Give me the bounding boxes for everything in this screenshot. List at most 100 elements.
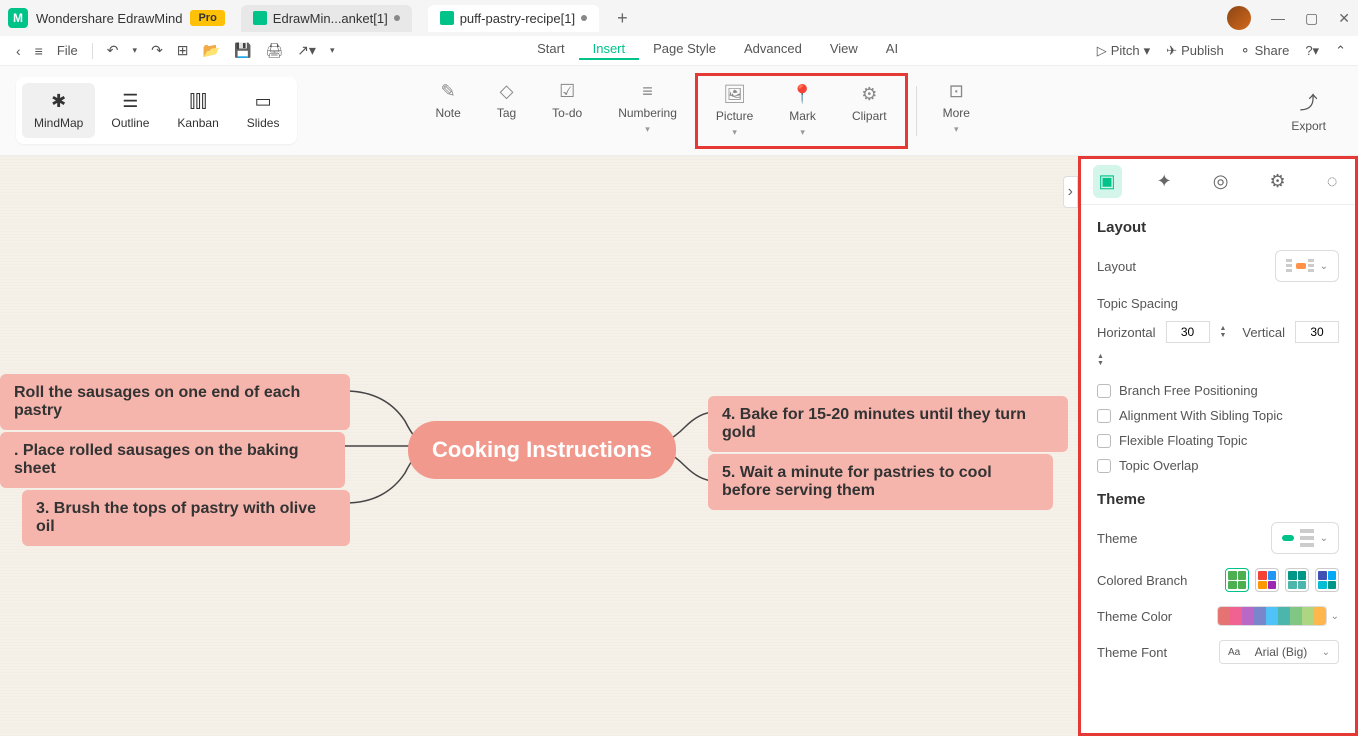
topic-node[interactable]: Roll the sausages on one end of each pas… (0, 374, 350, 430)
tool-mark[interactable]: 📍Mark▾ (771, 76, 834, 146)
spinner-icon[interactable]: ▲▼ (1097, 353, 1104, 367)
redo-button[interactable]: ↷ (147, 40, 167, 61)
theme-label: Theme (1097, 531, 1137, 546)
horizontal-label: Horizontal (1097, 325, 1156, 340)
topic-node[interactable]: . Place rolled sausages on the baking sh… (0, 432, 345, 488)
publish-button[interactable]: ✈ Publish (1166, 43, 1224, 59)
back-button[interactable]: ‹ (12, 41, 25, 61)
add-tab-button[interactable]: + (617, 8, 628, 29)
tool-numbering[interactable]: ≡Numbering▾ (600, 73, 695, 149)
vertical-spacing-input[interactable] (1295, 321, 1339, 343)
layout-selector[interactable]: ⌄ (1275, 250, 1339, 282)
help-button[interactable]: ?▾ (1305, 43, 1319, 59)
vertical-label: Vertical (1242, 325, 1285, 340)
menu-page-style[interactable]: Page Style (639, 41, 730, 60)
layout-preview-icon (1286, 257, 1314, 275)
panel-tab-mark[interactable]: ◎ (1207, 165, 1235, 198)
undo-dropdown[interactable]: ▾ (129, 43, 142, 58)
view-slides[interactable]: ▭Slides (235, 83, 292, 138)
pro-badge: Pro (190, 10, 224, 26)
view-mindmap[interactable]: ✱MindMap (22, 83, 95, 138)
file-menu[interactable]: File (53, 41, 82, 60)
panel-tab-style[interactable]: ✦ (1151, 165, 1178, 198)
pitch-button[interactable]: ▷ Pitch▾ (1097, 43, 1150, 59)
topic-node[interactable]: 4. Bake for 15-20 minutes until they tur… (708, 396, 1068, 452)
close-button[interactable]: ✕ (1338, 10, 1350, 27)
side-panel: ▣ ✦ ◎ ⚙ ◌ Layout Layout ⌄ Topic Spacing … (1078, 156, 1358, 736)
share-button[interactable]: ⚬ Share (1240, 43, 1290, 59)
tool-picture[interactable]: 🖼Picture▾ (698, 76, 771, 146)
print-icon[interactable]: 🖨 (261, 40, 287, 61)
menu-view[interactable]: View (816, 41, 872, 60)
branch-option-4[interactable] (1315, 568, 1339, 592)
more-dropdown[interactable]: ▾ (326, 43, 339, 58)
modified-dot-icon (581, 15, 587, 21)
checkbox-branch-free[interactable] (1097, 384, 1111, 398)
branch-option-1[interactable] (1225, 568, 1249, 592)
theme-font-selector[interactable]: AaArial (Big)⌄ (1219, 640, 1339, 664)
topic-node[interactable]: 5. Wait a minute for pastries to cool be… (708, 454, 1053, 510)
tool-note[interactable]: ✎Note (417, 73, 478, 149)
modified-dot-icon (394, 15, 400, 21)
user-avatar[interactable] (1227, 6, 1251, 30)
canvas[interactable]: › Roll the sausages on one end of each p… (0, 156, 1078, 736)
tab-label: EdrawMin...anket[1] (273, 11, 388, 26)
outline-icon: ☰ (122, 91, 138, 112)
panel-tabs: ▣ ✦ ◎ ⚙ ◌ (1081, 159, 1355, 205)
document-tab[interactable]: EdrawMin...anket[1] (241, 5, 412, 32)
menu-advanced[interactable]: Advanced (730, 41, 816, 60)
horizontal-spacing-input[interactable] (1166, 321, 1210, 343)
menu-start[interactable]: Start (523, 41, 578, 60)
doc-icon (253, 11, 267, 25)
checkbox-flexible[interactable] (1097, 434, 1111, 448)
tool-tag[interactable]: ◇Tag (479, 73, 534, 149)
export-dropdown-icon[interactable]: ↗▾ (293, 40, 320, 61)
new-icon[interactable]: ⊞ (173, 40, 193, 61)
view-kanban[interactable]: ⫿⫿⫿Kanban (165, 83, 230, 138)
doc-icon (440, 11, 454, 25)
export-button[interactable]: ⤴Export (1275, 81, 1342, 141)
spinner-icon[interactable]: ▲▼ (1220, 325, 1227, 339)
panel-tab-icon[interactable]: ⚙ (1264, 165, 1292, 198)
checkbox-alignment[interactable] (1097, 409, 1111, 423)
hamburger-icon[interactable]: ≡ (31, 41, 47, 61)
checkbox-overlap[interactable] (1097, 459, 1111, 473)
undo-button[interactable]: ↶ (103, 40, 123, 61)
menu-insert[interactable]: Insert (579, 41, 640, 60)
collapse-ribbon[interactable]: ⌃ (1335, 43, 1346, 59)
chevron-down-icon: ▾ (732, 127, 737, 138)
numbering-icon: ≡ (642, 81, 653, 102)
export-icon: ⤴ (1300, 89, 1318, 115)
minimize-button[interactable]: — (1271, 10, 1285, 26)
tool-more[interactable]: ⊡More▾ (925, 73, 988, 149)
branch-option-2[interactable] (1255, 568, 1279, 592)
clipart-icon: ⚙ (861, 84, 877, 105)
note-icon: ✎ (441, 81, 456, 102)
maximize-button[interactable]: ▢ (1305, 10, 1318, 27)
tool-todo[interactable]: ☑To-do (534, 73, 600, 149)
tool-clipart[interactable]: ⚙Clipart (834, 76, 905, 146)
theme-selector[interactable]: ⌄ (1271, 522, 1339, 554)
topic-node[interactable]: 3. Brush the tops of pastry with olive o… (22, 490, 350, 546)
mindmap-icon: ✱ (51, 91, 66, 112)
view-outline[interactable]: ☰Outline (99, 83, 161, 138)
branch-option-3[interactable] (1285, 568, 1309, 592)
theme-font-label: Theme Font (1097, 645, 1167, 660)
menubar: ‹ ≡ File ↶ ▾ ↷ ⊞ 📂 💾 🖨 ↗▾ ▾ Start Insert… (0, 36, 1358, 66)
chevron-down-icon: ▾ (800, 127, 805, 138)
more-icon: ⊡ (949, 81, 964, 102)
chevron-down-icon: ▾ (645, 124, 650, 135)
central-topic[interactable]: Cooking Instructions (408, 421, 676, 479)
branch-label: Colored Branch (1097, 573, 1187, 588)
save-icon[interactable]: 💾 (230, 40, 255, 61)
document-tab-active[interactable]: puff-pastry-recipe[1] (428, 5, 599, 32)
ribbon: ✱MindMap ☰Outline ⫿⫿⫿Kanban ▭Slides ✎Not… (0, 66, 1358, 156)
chevron-down-icon: ⌄ (1320, 261, 1328, 272)
menu-ai[interactable]: AI (872, 41, 912, 60)
theme-color-selector[interactable] (1217, 606, 1327, 626)
panel-tab-layout[interactable]: ▣ (1093, 165, 1122, 198)
view-switcher: ✱MindMap ☰Outline ⫿⫿⫿Kanban ▭Slides (16, 77, 297, 144)
panel-tab-history[interactable]: ◌ (1321, 165, 1344, 198)
open-icon[interactable]: 📂 (199, 40, 224, 61)
collapse-panel-button[interactable]: › (1063, 176, 1078, 208)
